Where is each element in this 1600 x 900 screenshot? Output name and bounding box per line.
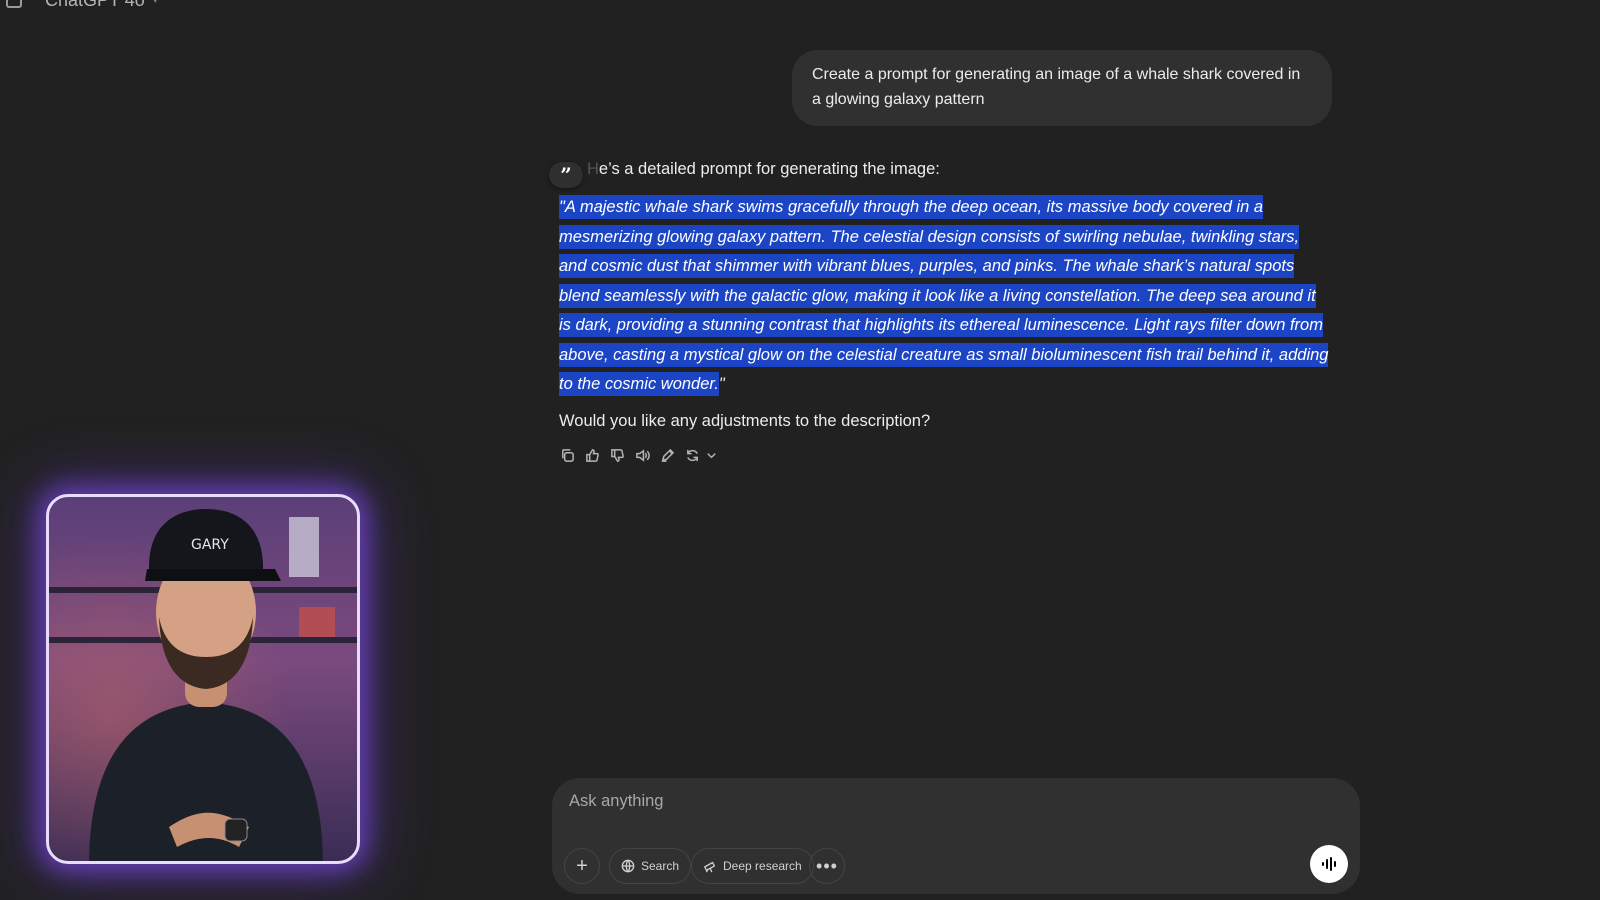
chevron-down-icon[interactable] [703,448,719,464]
telescope-icon [703,861,716,873]
person-figure: GARY [89,509,335,861]
composer: Ask anything + Search Deep research ••• [552,778,1360,894]
chevron-down-icon: ▾ [152,0,158,6]
user-message-text: Create a prompt for generating an image … [812,66,1301,108]
webcam-overlay: GARY [46,494,360,864]
thumbs-up-icon[interactable] [584,448,600,464]
voice-mode-button[interactable] [1310,845,1348,883]
model-name: ChatGPT 4o [45,0,145,10]
copy-icon[interactable] [559,448,575,464]
search-button[interactable]: Search [609,848,692,884]
thumbs-down-icon[interactable] [609,448,625,464]
assistant-message: ” He’s a detailed prompt for generating … [549,156,1329,464]
regenerate-icon[interactable] [684,448,700,464]
add-attachment-button[interactable]: + [564,848,600,884]
deep-research-button[interactable]: Deep research [691,848,814,884]
top-bar: ChatGPT 4o ▾ [0,0,1600,18]
quote-icon: ” [560,163,572,187]
prompt-input[interactable]: Ask anything [569,792,663,811]
more-tools-button[interactable]: ••• [809,848,845,884]
sidebar-toggle-icon[interactable] [6,0,22,8]
globe-icon [621,859,635,873]
edit-canvas-icon[interactable] [659,448,675,464]
intro-prefix: H [587,160,599,178]
assistant-followup: Would you like any adjustments to the de… [559,411,931,430]
message-actions [559,448,1329,464]
quote-reply-button[interactable]: ” [549,162,583,188]
voice-mode-icon [1322,857,1336,871]
deep-research-label: Deep research [723,859,802,873]
read-aloud-icon[interactable] [634,448,650,464]
close-quote: " [718,375,725,393]
user-message-bubble: Create a prompt for generating an image … [792,50,1332,126]
plus-icon: + [576,854,588,877]
cap-logo: GARY [191,537,229,553]
generated-prompt[interactable]: "A majestic whale shark swims gracefully… [559,193,1329,400]
more-icon: ••• [816,855,838,876]
model-selector[interactable]: ChatGPT 4o ▾ [45,0,158,11]
prompt-body: A majestic whale shark swims gracefully … [559,198,1329,393]
intro-text: e’s a detailed prompt for generating the… [598,160,940,178]
assistant-intro: ” He’s a detailed prompt for generating … [549,156,1329,188]
selected-prompt-text[interactable]: "A majestic whale shark swims gracefully… [559,195,1329,396]
search-button-label: Search [641,859,680,873]
